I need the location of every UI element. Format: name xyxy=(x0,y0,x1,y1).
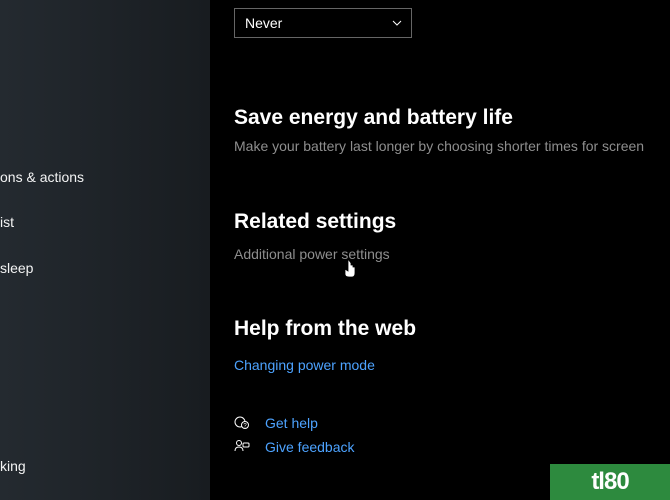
sidebar-item-focus-assist[interactable]: ist xyxy=(0,203,210,241)
main-content: Never Save energy and battery life Make … xyxy=(210,0,670,500)
get-help-row[interactable]: ? Get help xyxy=(234,415,670,431)
feedback-icon xyxy=(234,439,250,455)
sidebar-item-power-sleep[interactable]: sleep xyxy=(0,249,210,287)
related-heading: Related settings xyxy=(234,210,670,234)
sleep-dropdown[interactable]: Never xyxy=(234,8,412,38)
give-feedback-row[interactable]: Give feedback xyxy=(234,439,670,455)
dropdown-value: Never xyxy=(245,15,282,31)
sidebar-item-notifications-actions[interactable]: ons & actions xyxy=(0,158,210,196)
energy-heading: Save energy and battery life xyxy=(234,106,670,130)
sidebar: ons & actions ist sleep king xyxy=(0,0,210,500)
sidebar-item-label: ons & actions xyxy=(0,169,84,185)
sidebar-item-label: king xyxy=(0,458,26,474)
changing-power-mode-link[interactable]: Changing power mode xyxy=(234,357,670,373)
sidebar-item-label: ist xyxy=(0,214,14,230)
chevron-down-icon xyxy=(391,17,403,29)
sidebar-item-label: sleep xyxy=(0,260,33,276)
help-icon: ? xyxy=(234,415,250,431)
help-links: ? Get help Give feedback xyxy=(234,415,670,455)
energy-description: Make your battery last longer by choosin… xyxy=(234,138,670,154)
watermark-text: tl80 xyxy=(591,468,628,496)
watermark: tl80 xyxy=(550,464,670,500)
give-feedback-label: Give feedback xyxy=(265,439,355,455)
additional-power-settings-link[interactable]: Additional power settings xyxy=(234,246,670,262)
sidebar-item-multitasking[interactable]: king xyxy=(0,447,210,485)
helpweb-heading: Help from the web xyxy=(234,317,670,341)
get-help-label: Get help xyxy=(265,415,318,431)
